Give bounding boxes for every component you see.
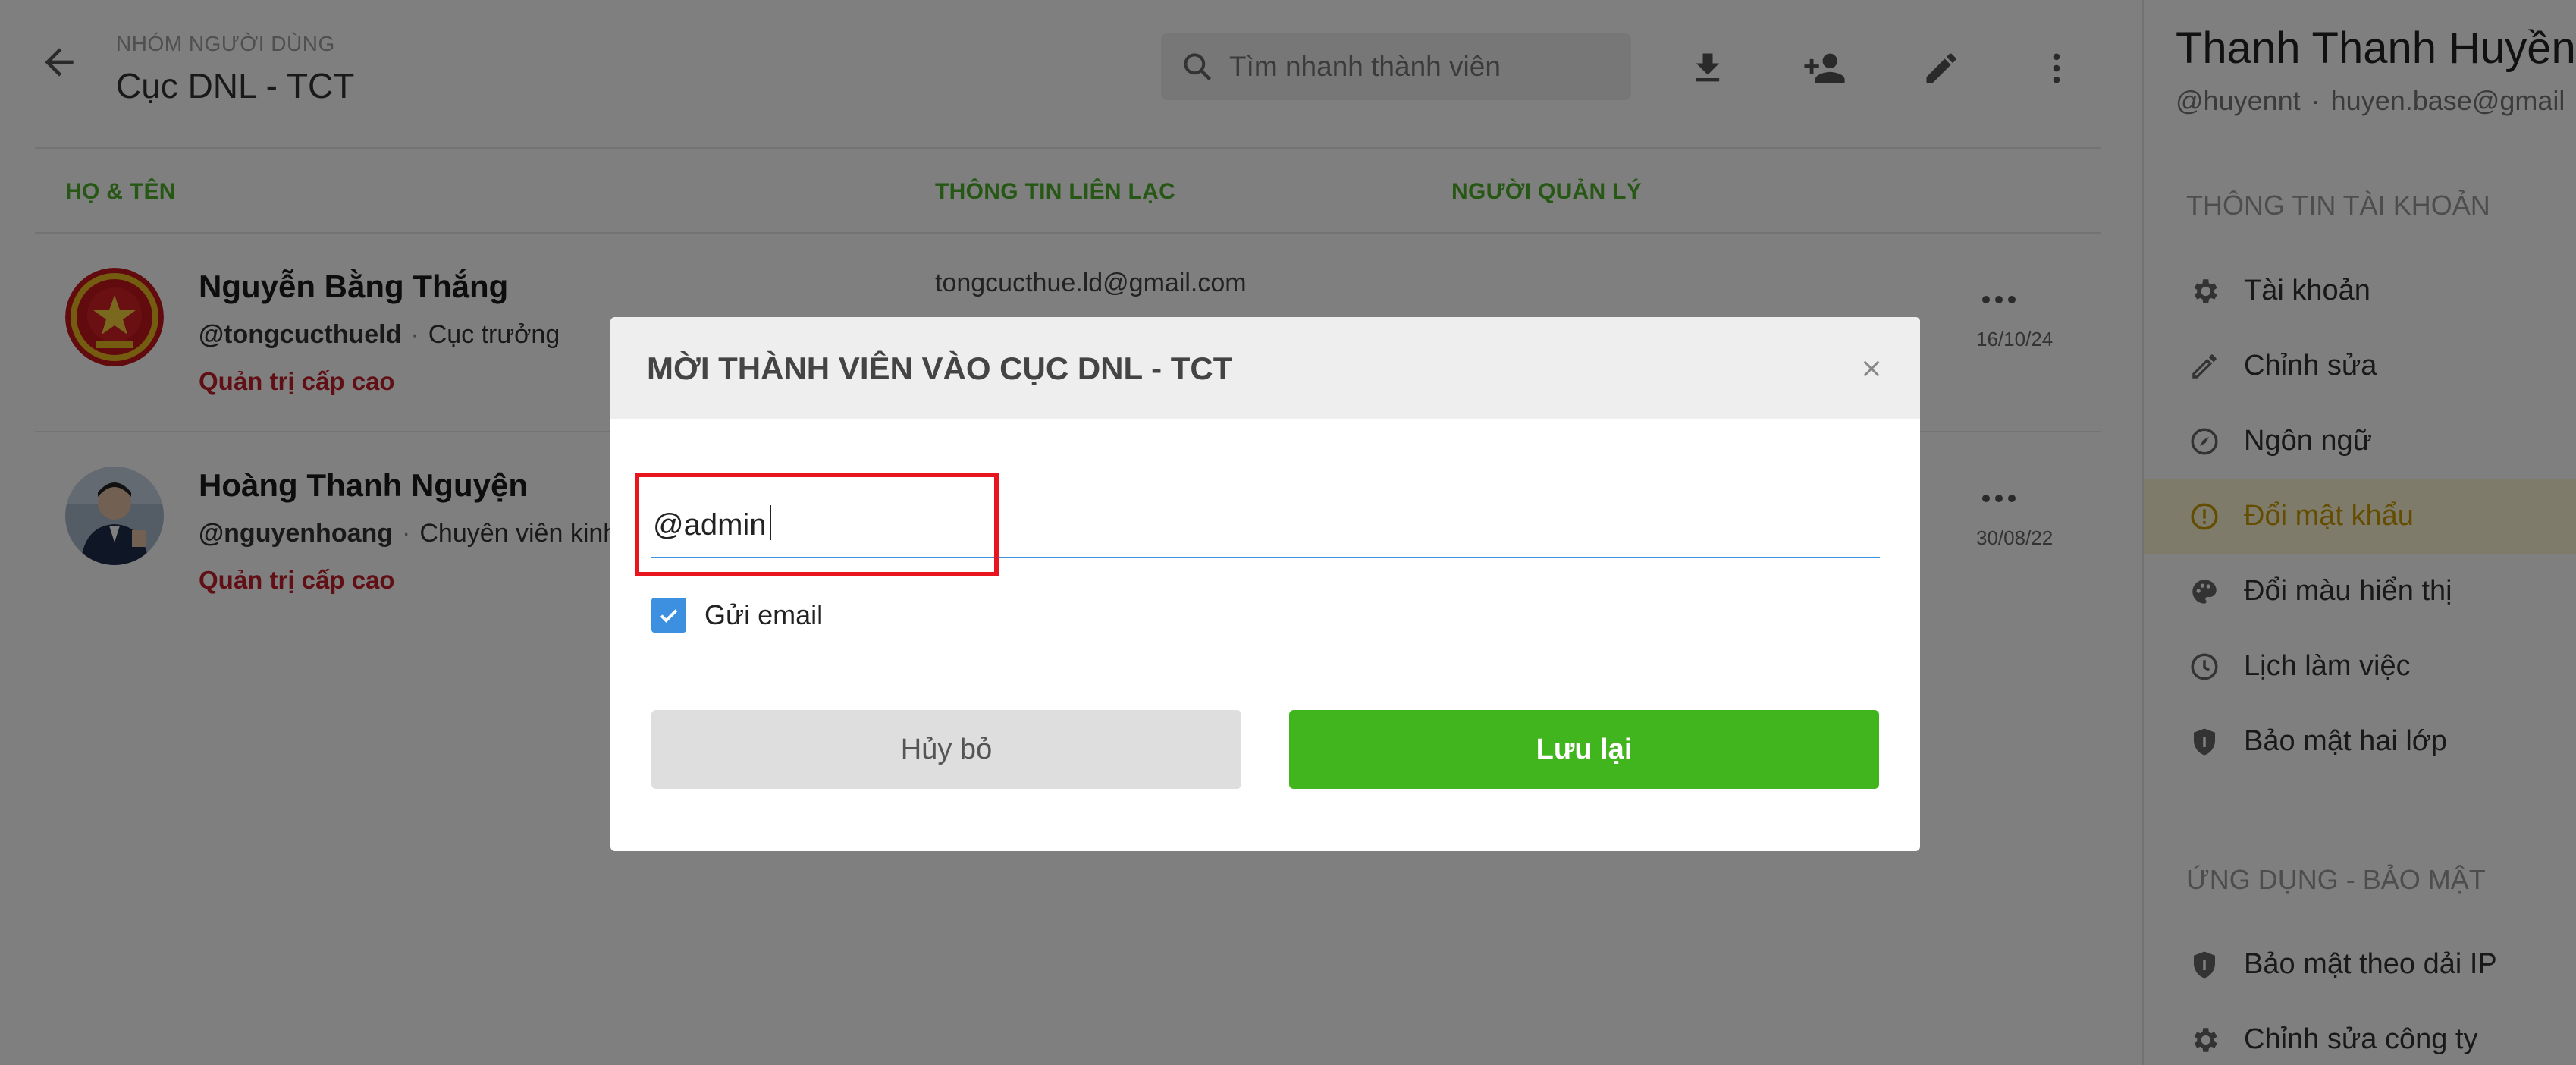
send-email-option[interactable]: Gửi email [651,598,823,633]
dialog-title: MỜI THÀNH VIÊN VÀO CỤC DNL - TCT [647,350,1233,386]
highlight-annotation [635,473,999,576]
close-button[interactable] [1852,349,1891,388]
invite-member-dialog: MỜI THÀNH VIÊN VÀO CỤC DNL - TCT Gửi ema… [610,317,1920,851]
dialog-header: MỜI THÀNH VIÊN VÀO CỤC DNL - TCT [610,317,1920,419]
save-button[interactable]: Lưu lại [1289,710,1879,789]
cancel-button[interactable]: Hủy bỏ [651,710,1241,789]
send-email-checkbox[interactable] [651,598,686,633]
checkmark-icon [660,609,678,623]
send-email-label: Gửi email [704,599,824,630]
close-icon [1863,360,1880,377]
